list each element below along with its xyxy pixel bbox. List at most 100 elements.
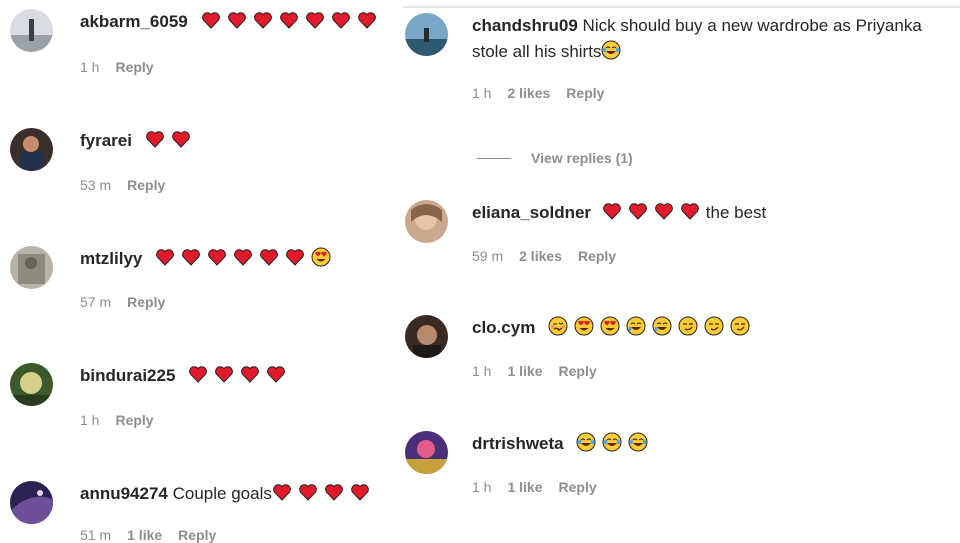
heart-emoji-icon — [680, 203, 699, 220]
avatar[interactable] — [10, 481, 53, 524]
username-link[interactable]: chandshru09 — [472, 16, 578, 35]
heart-emoji-icon — [227, 12, 246, 29]
heart-emoji-icon — [253, 12, 272, 29]
heart-emoji-icon — [654, 203, 673, 220]
comment-time: 1 h — [472, 363, 492, 379]
username-link[interactable]: akbarm_6059 — [80, 12, 188, 31]
heart-eyes-emoji-icon — [311, 247, 331, 267]
heart-emoji-icon — [241, 366, 260, 383]
comment-time: 59 m — [472, 248, 504, 264]
heart-emoji-icon — [156, 249, 175, 266]
reply-button[interactable]: Reply — [115, 59, 153, 75]
heart-emoji-icon — [267, 366, 286, 383]
comment-line: clo.cym — [472, 315, 756, 341]
username-link[interactable]: fyrarei — [80, 131, 132, 150]
smirk-emoji-icon — [730, 316, 750, 336]
comment-meta: 1 h 1 like Reply — [472, 479, 597, 495]
heart-emoji-icon — [324, 484, 343, 501]
comment-time: 1 h — [80, 59, 100, 75]
heart-emoji-icon — [279, 12, 298, 29]
username-link[interactable]: mtzlilyy — [80, 249, 142, 268]
comment-line: mtzlilyy — [80, 246, 337, 272]
comment-line: fyrarei — [80, 128, 197, 154]
comment-time: 53 m — [80, 177, 112, 193]
reply-button[interactable]: Reply — [115, 412, 153, 428]
username-link[interactable]: eliana_soldner — [472, 203, 591, 222]
avatar[interactable] — [10, 246, 53, 289]
avatar[interactable] — [405, 315, 448, 358]
comment-meta: 57 m Reply — [80, 294, 165, 310]
comment-meta: 59 m 2 likes Reply — [472, 248, 616, 264]
reply-button[interactable]: Reply — [559, 479, 597, 495]
username-link[interactable]: clo.cym — [472, 318, 535, 337]
woozy-emoji-icon — [548, 316, 568, 336]
heart-emoji-icon — [260, 249, 279, 266]
likes-count[interactable]: 2 likes — [507, 85, 550, 101]
avatar[interactable] — [10, 128, 53, 171]
likes-count[interactable]: 1 like — [507, 363, 542, 379]
comment-meta: 1 h 1 like Reply — [472, 363, 597, 379]
panel-top-divider — [403, 6, 960, 8]
reply-button[interactable]: Reply — [559, 363, 597, 379]
likes-count[interactable]: 2 likes — [519, 248, 562, 264]
avatar[interactable] — [405, 200, 448, 243]
avatar[interactable] — [10, 363, 53, 406]
comment-time: 1 h — [80, 412, 100, 428]
emoji-group — [201, 12, 383, 31]
comment-meta: 1 h 2 likes Reply — [472, 85, 604, 101]
tears-of-joy-emoji-icon — [602, 432, 622, 452]
heart-eyes-emoji-icon — [600, 316, 620, 336]
smirk-emoji-icon — [678, 316, 698, 336]
comment-line: annu94274 Couple goals — [80, 481, 376, 507]
heart-emoji-icon — [357, 12, 376, 29]
username-link[interactable]: bindurai225 — [80, 366, 175, 385]
reply-button[interactable]: Reply — [578, 248, 616, 264]
heart-eyes-emoji-icon — [574, 316, 594, 336]
heart-emoji-icon — [215, 366, 234, 383]
username-link[interactable]: drtrishweta — [472, 434, 564, 453]
avatar[interactable] — [405, 431, 448, 474]
emoji-group — [188, 366, 292, 385]
view-replies-button[interactable]: View replies (1) — [477, 148, 633, 168]
comment-time: 1 h — [472, 479, 492, 495]
likes-count[interactable]: 1 like — [127, 527, 162, 543]
comment-line: chandshru09 Nick should buy a new wardro… — [472, 13, 960, 65]
comment-meta: 1 h Reply — [80, 59, 154, 75]
comment-line: akbarm_6059 — [80, 9, 383, 35]
comment-line: bindurai225 — [80, 363, 292, 389]
emoji-group — [602, 203, 706, 222]
heart-emoji-icon — [628, 203, 647, 220]
replies-divider — [477, 157, 511, 159]
comment-meta: 1 h Reply — [80, 412, 154, 428]
username-link[interactable]: annu94274 — [80, 484, 168, 503]
tears-of-joy-emoji-icon — [601, 40, 621, 60]
comment-text: the best — [705, 203, 767, 222]
emoji-group — [272, 484, 376, 503]
comment-text: Couple goals — [172, 484, 272, 503]
emoji-group — [155, 247, 337, 268]
tears-of-joy-emoji-icon — [576, 432, 596, 452]
view-replies-label[interactable]: View replies (1) — [531, 150, 633, 166]
emoji-group — [601, 40, 627, 61]
likes-count[interactable]: 1 like — [507, 479, 542, 495]
heart-emoji-icon — [286, 249, 305, 266]
heart-emoji-icon — [350, 484, 369, 501]
rofl-emoji-icon — [626, 316, 646, 336]
avatar[interactable] — [405, 13, 448, 56]
rofl-emoji-icon — [652, 316, 672, 336]
heart-emoji-icon — [208, 249, 227, 266]
emoji-group — [145, 131, 197, 150]
comment-line: drtrishweta — [472, 431, 654, 457]
heart-emoji-icon — [234, 249, 253, 266]
tears-of-joy-emoji-icon — [628, 432, 648, 452]
reply-button[interactable]: Reply — [178, 527, 216, 543]
smirk-emoji-icon — [704, 316, 724, 336]
heart-emoji-icon — [182, 249, 201, 266]
emoji-group — [576, 432, 654, 453]
reply-button[interactable]: Reply — [127, 177, 165, 193]
comment-meta: 51 m 1 like Reply — [80, 527, 216, 543]
avatar[interactable] — [10, 9, 53, 52]
reply-button[interactable]: Reply — [566, 85, 604, 101]
reply-button[interactable]: Reply — [127, 294, 165, 310]
heart-emoji-icon — [331, 12, 350, 29]
